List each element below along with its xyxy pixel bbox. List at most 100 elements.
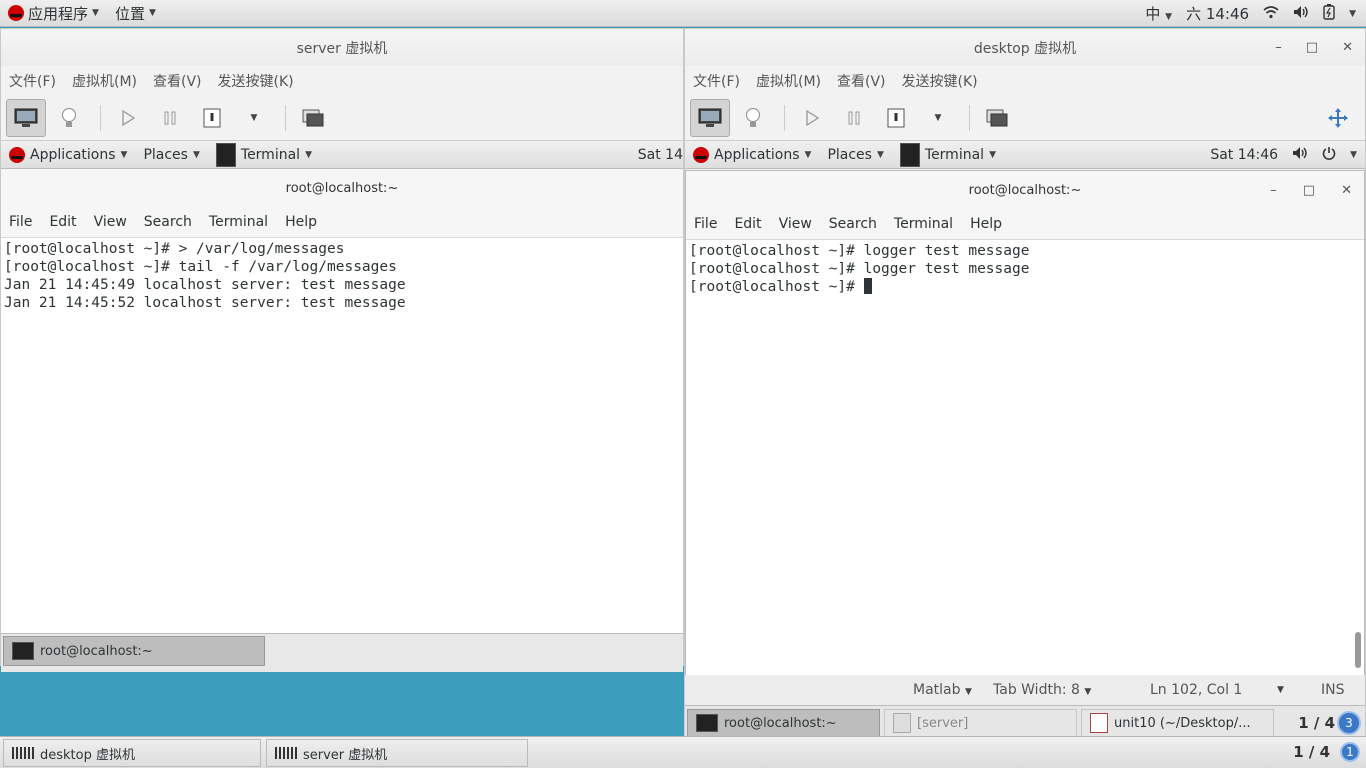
menu-vm[interactable]: 虚拟机(M) <box>756 71 821 91</box>
terminal-menu-help[interactable]: Help <box>285 214 317 230</box>
input-method-indicator[interactable]: 中 ▼ <box>1145 3 1172 24</box>
desktop-vm-titlebar[interactable]: desktop 虚拟机 – □ ✕ <box>685 29 1365 66</box>
terminal-titlebar[interactable]: root@localhost:~ <box>1 169 683 207</box>
task-terminal[interactable]: root@localhost:~ <box>687 709 880 737</box>
terminal-menu-help[interactable]: Help <box>970 216 1002 232</box>
shutdown-menu-button[interactable]: ▼ <box>235 100 273 136</box>
menu-view[interactable]: 查看(V) <box>153 71 202 91</box>
guest-terminal-menu[interactable]: Terminal ▼ <box>208 142 320 167</box>
snapshot-button[interactable] <box>294 100 332 136</box>
workspace-indicator[interactable]: 1 / 4 <box>1298 714 1335 732</box>
terminal-menu-edit[interactable]: Edit <box>734 216 761 232</box>
editor-statusbar: Matlab ▼ Tab Width: 8 ▼ Ln 102, Col 1 ▼ … <box>685 675 1365 705</box>
task-label: unit10 (~/Desktop/... <box>1114 715 1251 731</box>
scrollbar-thumb[interactable] <box>1355 632 1361 668</box>
terminal-window-controls: – □ ✕ <box>1270 171 1352 209</box>
terminal-menu-terminal[interactable]: Terminal <box>894 216 953 232</box>
volume-icon[interactable] <box>1293 5 1309 23</box>
notification-badge[interactable]: 3 <box>1337 711 1361 735</box>
desktop-vm-toolbar: ▼ <box>685 96 1365 141</box>
run-button[interactable] <box>793 100 831 136</box>
terminal-menu-file[interactable]: File <box>694 216 717 232</box>
chevron-down-icon: ▼ <box>964 687 972 697</box>
fullscreen-button[interactable] <box>1319 100 1357 136</box>
close-icon[interactable]: ✕ <box>1341 183 1352 198</box>
server-vm-window: server 虚拟机 文件(F) 虚拟机(M) 查看(V) 发送按键(K) ▼ … <box>0 28 684 672</box>
system-menu-chevron-icon[interactable]: ▼ <box>1349 9 1356 19</box>
guest-terminal-menu[interactable]: Terminal ▼ <box>892 142 1004 167</box>
minimize-icon[interactable]: – <box>1275 40 1282 55</box>
wifi-icon[interactable] <box>1263 5 1279 23</box>
chevron-down-icon: ▼ <box>120 149 128 160</box>
terminal-menu-search[interactable]: Search <box>144 214 192 230</box>
toolbar-divider <box>285 105 286 131</box>
minimize-icon[interactable]: – <box>1270 183 1277 198</box>
power-icon[interactable] <box>1322 146 1336 164</box>
language-selector[interactable]: Matlab ▼ <box>913 682 972 698</box>
console-view-button[interactable] <box>690 99 730 137</box>
shutdown-menu-button[interactable]: ▼ <box>919 100 957 136</box>
terminal-menubar: File Edit View Search Terminal Help <box>686 209 1364 240</box>
server-vm-titlebar[interactable]: server 虚拟机 <box>1 29 683 66</box>
guest-places-label: Places <box>143 146 188 163</box>
snapshot-button[interactable] <box>978 100 1016 136</box>
close-icon[interactable]: ✕ <box>1342 40 1353 55</box>
menu-file[interactable]: 文件(F) <box>693 71 740 91</box>
guest-tray: Sat 14:46 ▼ <box>1210 146 1357 164</box>
terminal-menu-terminal[interactable]: Terminal <box>209 214 268 230</box>
details-view-button[interactable] <box>734 100 772 136</box>
places-menu[interactable]: 位置 ▼ <box>107 3 164 24</box>
window-title: server 虚拟机 <box>296 40 388 57</box>
tab-width-selector[interactable]: Tab Width: 8 ▼ <box>993 682 1091 698</box>
terminal-menu-view[interactable]: View <box>94 214 127 230</box>
clock[interactable]: 六 14:46 <box>1186 3 1249 24</box>
monitor-icon <box>14 108 38 127</box>
menu-send-key[interactable]: 发送按键(K) <box>902 71 978 91</box>
chevron-down-icon: ▼ <box>1165 12 1173 22</box>
workspace-indicator[interactable]: 1 / 4 <box>1293 743 1330 761</box>
host-bottom-bar: desktop 虚拟机 server 虚拟机 1 / 4 1 <box>0 736 1366 768</box>
menu-view[interactable]: 查看(V) <box>837 71 886 91</box>
terminal-output[interactable]: [root@localhost ~]# logger test message [… <box>686 240 1364 676</box>
chevron-down-icon: ▼ <box>876 149 884 160</box>
task-unit10-editor[interactable]: unit10 (~/Desktop/... <box>1081 709 1274 737</box>
maximize-icon[interactable]: □ <box>1303 183 1315 198</box>
battery-icon[interactable] <box>1323 3 1335 24</box>
run-button[interactable] <box>109 100 147 136</box>
applications-menu[interactable]: 应用程序 ▼ <box>0 3 107 24</box>
menu-send-key[interactable]: 发送按键(K) <box>218 71 294 91</box>
desktop-terminal-window: root@localhost:~ – □ ✕ File Edit View Se… <box>685 170 1365 676</box>
terminal-output[interactable]: [root@localhost ~]# > /var/log/messages [… <box>1 238 683 636</box>
guest-places-menu[interactable]: Places ▼ <box>135 147 207 163</box>
terminal-menu-view[interactable]: View <box>779 216 812 232</box>
guest-places-label: Places <box>827 146 872 163</box>
terminal-menu-edit[interactable]: Edit <box>49 214 76 230</box>
guest-clock[interactable]: Sat 14 <box>638 147 683 163</box>
position-chevron-down-icon[interactable]: ▼ <box>1277 685 1284 695</box>
task-server-file[interactable]: [server] <box>884 709 1077 737</box>
terminal-menu-file[interactable]: File <box>9 214 32 230</box>
menu-vm[interactable]: 虚拟机(M) <box>72 71 137 91</box>
console-view-button[interactable] <box>6 99 46 137</box>
guest-places-menu[interactable]: Places ▼ <box>819 147 891 163</box>
guest-applications-menu[interactable]: Applications ▼ <box>1 146 135 163</box>
details-view-button[interactable] <box>50 100 88 136</box>
terminal-menubar: File Edit View Search Terminal Help <box>1 207 683 238</box>
pause-button[interactable] <box>835 100 873 136</box>
server-guest-panel: Applications ▼ Places ▼ Terminal ▼ Sat 1… <box>1 141 683 169</box>
guest-task-terminal[interactable]: root@localhost:~ <box>3 636 265 666</box>
guest-clock[interactable]: Sat 14:46 <box>1210 147 1278 163</box>
volume-icon[interactable] <box>1292 146 1308 164</box>
terminal-titlebar[interactable]: root@localhost:~ – □ ✕ <box>686 171 1364 209</box>
pause-button[interactable] <box>151 100 189 136</box>
task-server-vm[interactable]: server 虚拟机 <box>266 739 528 767</box>
guest-applications-menu[interactable]: Applications ▼ <box>685 146 819 163</box>
chevron-down-icon[interactable]: ▼ <box>1350 150 1357 160</box>
task-desktop-vm[interactable]: desktop 虚拟机 <box>3 739 261 767</box>
shutdown-button[interactable] <box>193 100 231 136</box>
terminal-menu-search[interactable]: Search <box>829 216 877 232</box>
shutdown-button[interactable] <box>877 100 915 136</box>
maximize-icon[interactable]: □ <box>1306 40 1318 55</box>
menu-file[interactable]: 文件(F) <box>9 71 56 91</box>
notification-badge[interactable]: 1 <box>1340 742 1360 762</box>
